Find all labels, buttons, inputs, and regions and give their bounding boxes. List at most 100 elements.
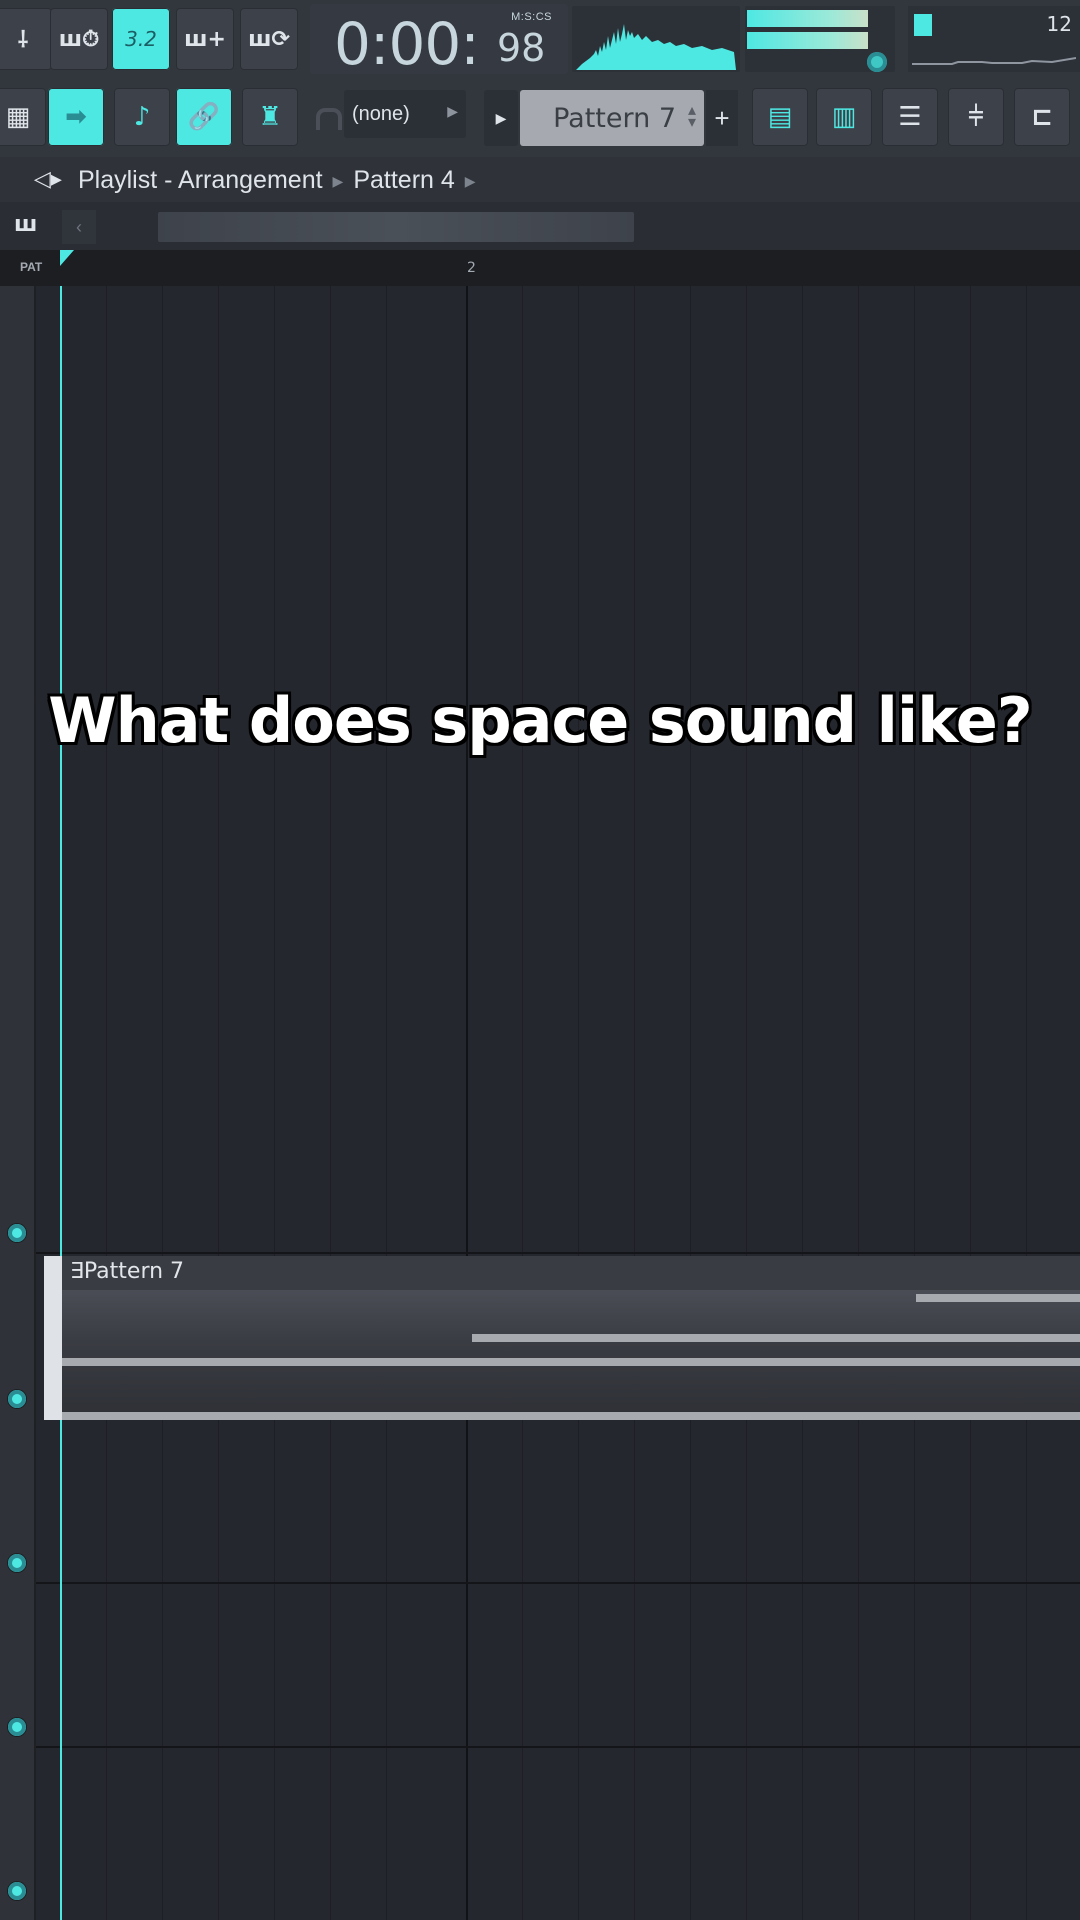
- mixer-icon: ⫩: [968, 101, 984, 132]
- playlist-grid[interactable]: ∃Pattern 7: [36, 286, 1080, 1920]
- countdown-button[interactable]: 3.2: [112, 8, 170, 70]
- pattern-select-value: Pattern 7: [553, 102, 676, 134]
- time-format-label: M:S:CS: [511, 11, 552, 23]
- grid-line: [162, 286, 163, 1920]
- grid-line: [218, 286, 219, 1920]
- oscilloscope-display: [572, 6, 740, 72]
- waveform-icon: [576, 24, 736, 70]
- level-bar-left: [747, 10, 868, 27]
- master-level-meter[interactable]: [745, 6, 895, 72]
- chevron-right-icon: ▶: [447, 103, 458, 119]
- speaker-arrows-icon[interactable]: ◁▸: [34, 166, 62, 192]
- stamp-icon: ♜: [258, 102, 282, 132]
- grid-line: [1026, 286, 1027, 1920]
- grid-line: [802, 286, 803, 1920]
- track-divider: [36, 1582, 1080, 1584]
- clip-header[interactable]: ∃Pattern 7: [62, 1256, 1080, 1290]
- cpu-indicator: [914, 14, 932, 36]
- breadcrumb-text: Playlist - Arrangement ▶ Pattern 4 ▶: [78, 166, 486, 195]
- play-icon: ▶: [495, 109, 507, 126]
- browser-icon: ⊏: [1031, 102, 1053, 132]
- pat-label: PAT: [20, 260, 43, 274]
- pattern-clip[interactable]: ∃Pattern 7: [40, 1256, 1080, 1420]
- add-pattern-button[interactable]: +: [706, 90, 738, 146]
- snap-select[interactable]: (none) ▶: [344, 90, 466, 138]
- link-icon: 🔗: [187, 102, 221, 132]
- bar-line: [466, 286, 468, 1920]
- playhead-line: [60, 286, 62, 1920]
- loop-record-icon: ш⟳: [248, 26, 290, 52]
- cpu-graph-icon: [912, 57, 1076, 65]
- pencil-icon: ♪: [133, 102, 151, 132]
- browser-button[interactable]: ⊏: [1014, 88, 1070, 146]
- snap-value: (none): [352, 102, 410, 125]
- track-mute-icon[interactable]: [8, 1718, 26, 1736]
- pattern-prev-button[interactable]: ▶: [484, 90, 518, 146]
- clip-left-edge: [44, 1256, 62, 1420]
- playlist-icon: ▤: [767, 102, 793, 132]
- video-caption: What does space sound like?: [48, 684, 1032, 757]
- piano-roll-button[interactable]: ▥: [816, 88, 872, 146]
- tool-button-1[interactable]: ⸸: [0, 8, 52, 70]
- horizontal-scrollbar-row: ш ‹: [0, 202, 1080, 250]
- step-edit-icon: ш+: [184, 26, 226, 52]
- grid-line: [746, 286, 747, 1920]
- playhead-marker-icon[interactable]: [60, 250, 74, 266]
- piano-roll-icon: ▥: [831, 102, 857, 132]
- note-bar: [472, 1334, 1080, 1342]
- time-display-panel[interactable]: 0:00: 98 M:S:CS: [310, 4, 568, 78]
- mixer-button[interactable]: ⫩: [948, 88, 1004, 146]
- breadcrumb-separator-icon: ▶: [332, 172, 344, 189]
- link-button[interactable]: 🔗: [176, 88, 232, 146]
- clip-title: ∃Pattern 7: [70, 1259, 184, 1284]
- plus-icon: +: [714, 102, 730, 133]
- stamp-button[interactable]: ♜: [242, 88, 298, 146]
- countdown-label: 3.2: [125, 27, 157, 51]
- draw-tool-button[interactable]: ♪: [114, 88, 170, 146]
- pattern-icon: ∃: [70, 1259, 84, 1284]
- track-mute-icon[interactable]: [8, 1390, 26, 1408]
- tool-icon: ⸸: [17, 28, 29, 53]
- track-mute-icon[interactable]: [8, 1554, 26, 1572]
- playlist-mode-button[interactable]: ➡: [48, 88, 104, 146]
- grid-line: [578, 286, 579, 1920]
- channel-rack-button[interactable]: ☰: [882, 88, 938, 146]
- scroll-left-button[interactable]: ‹: [62, 210, 96, 244]
- note-bar: [916, 1294, 1080, 1302]
- metronome-icon: ш⏱: [58, 26, 100, 52]
- track-mode-icon[interactable]: ш: [14, 212, 37, 237]
- cpu-monitor: 12: [908, 6, 1080, 72]
- track-mute-icon[interactable]: [8, 1224, 26, 1242]
- grid-line: [330, 286, 331, 1920]
- grid-line: [274, 286, 275, 1920]
- grid-line: [106, 286, 107, 1920]
- step-edit-button[interactable]: ш+: [176, 8, 234, 70]
- arrow-right-icon: ➡: [65, 102, 87, 132]
- typing-keyboard-button[interactable]: ▦: [0, 88, 46, 146]
- metronome-button[interactable]: ш⏱: [50, 8, 108, 70]
- note-bar: [62, 1358, 1080, 1366]
- track-mute-icon[interactable]: [8, 1882, 26, 1900]
- clip-body: [62, 1290, 1080, 1420]
- track-header-strip: [0, 286, 36, 1920]
- scrollbar-thumb[interactable]: [158, 212, 634, 242]
- track-divider: [36, 1252, 1080, 1254]
- master-volume-knob-icon[interactable]: [867, 52, 887, 72]
- loop-record-button[interactable]: ш⟳: [240, 8, 298, 70]
- time-main: 0:00:: [334, 10, 480, 78]
- breadcrumb-pattern[interactable]: Pattern 4: [353, 166, 454, 194]
- pattern-select[interactable]: Pattern 7 ▴ ▾: [520, 90, 704, 146]
- secondary-toolbar: ▦ ➡ ♪ 🔗 ♜ (none) ▶ ▶ Pattern 7 ▴ ▾ + ▤ ▥ …: [0, 82, 1080, 157]
- chevron-left-icon: ‹: [76, 216, 82, 237]
- breadcrumb: ◁▸ Playlist - Arrangement ▶ Pattern 4 ▶: [0, 157, 1080, 202]
- main-toolbar: ⸸ ш⏱ 3.2 ш+ ш⟳ 0:00: 98 M:S:CS 12: [0, 0, 1080, 82]
- level-bar-right: [747, 32, 868, 49]
- grid-line: [690, 286, 691, 1920]
- clip-title-text: Pattern 7: [83, 1259, 185, 1284]
- timeline-ruler[interactable]: PAT 2: [0, 250, 1080, 286]
- magnet-icon: [316, 108, 342, 130]
- time-centiseconds: 98: [497, 26, 546, 70]
- playlist-window-button[interactable]: ▤: [752, 88, 808, 146]
- grid-line: [914, 286, 915, 1920]
- breadcrumb-playlist[interactable]: Playlist - Arrangement: [78, 166, 323, 194]
